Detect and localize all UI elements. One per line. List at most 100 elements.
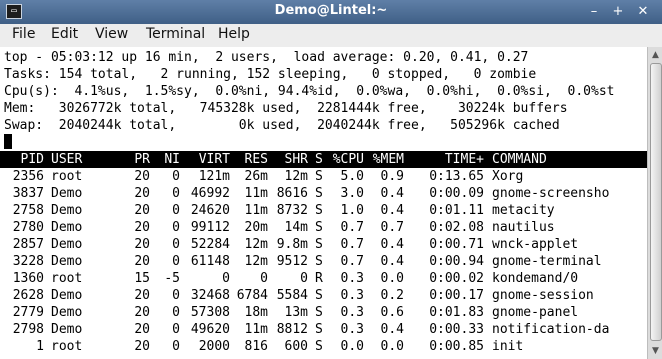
process-user-cell: Demo	[51, 203, 83, 218]
process-res-cell: 12m	[244, 237, 268, 252]
process-time-cell: 0:00.02	[429, 271, 484, 286]
process-user-cell: Demo	[51, 322, 83, 337]
process-res-cell: 11m	[244, 186, 268, 201]
process-mem-cell: 0.4	[380, 203, 404, 218]
process-res-cell: 20m	[244, 220, 268, 235]
process-shr-cell: 13m	[284, 305, 308, 320]
process-cpu-cell: 0.3	[340, 322, 364, 337]
menu-terminal[interactable]: Terminal	[146, 26, 205, 42]
process-time-cell: 0:01.83	[429, 305, 484, 320]
process-state-cell: S	[315, 237, 323, 252]
process-pid-cell: 2356	[12, 169, 44, 184]
process-user-cell: root	[51, 339, 83, 354]
process-shr-cell: 5584	[276, 288, 308, 303]
process-pr-cell: 15	[134, 271, 150, 286]
terminal-window: ▭ Demo@Lintel:~ – + ✕ File Edit View Ter…	[0, 0, 662, 359]
summary-mem-line: Mem: 3026772k total, 745328k used, 22814…	[4, 101, 568, 116]
process-pr-cell: 20	[134, 203, 150, 218]
process-mem-cell: 0.0	[380, 271, 404, 286]
vertical-scrollbar[interactable]: ▲ ▼	[647, 47, 662, 359]
process-time-cell: 0:00.09	[429, 186, 484, 201]
process-ni-cell: 0	[172, 288, 180, 303]
process-mem-cell: 0.4	[380, 237, 404, 252]
column-header-res: RES	[244, 152, 268, 167]
process-cpu-cell: 1.0	[340, 203, 364, 218]
column-header-state: S	[315, 152, 323, 167]
process-command-cell: wnck-applet	[492, 237, 579, 252]
process-table-header: PID USER PR NI VIRT RES SHR S %CPU %MEM …	[0, 151, 647, 168]
process-virt-cell: 57308	[190, 305, 230, 320]
process-row: 2758 Demo 20 0 24620 11m 8732 S 1.0 0.4 0:01.11 met…	[0, 202, 647, 219]
column-header-user: USER	[51, 152, 83, 167]
process-ni-cell: 0	[172, 203, 180, 218]
process-pid-cell: 2857	[12, 237, 44, 252]
process-command-cell: Xorg	[492, 169, 524, 184]
process-row: 2779 Demo 20 0 57308 18m 13m S 0.3 0.6 0:01.83 gnom…	[0, 304, 647, 321]
menu-help[interactable]: Help	[218, 26, 250, 42]
process-row: 2356 root 20 0 121m 26m 12m S 5.0 0.9 0:13.65 Xorg	[0, 168, 647, 185]
process-ni-cell: -5	[164, 271, 180, 286]
process-shr-cell: 12m	[284, 169, 308, 184]
process-res-cell: 11m	[244, 203, 268, 218]
scroll-down-arrow-icon[interactable]: ▼	[648, 344, 662, 358]
process-ni-cell: 0	[172, 339, 180, 354]
process-virt-cell: 46992	[190, 186, 230, 201]
scroll-up-arrow-icon[interactable]: ▲	[648, 48, 662, 62]
process-user-cell: Demo	[51, 220, 83, 235]
process-ni-cell: 0	[172, 254, 180, 269]
column-header-mem: %MEM	[372, 152, 404, 167]
close-button[interactable]: ✕	[634, 4, 652, 19]
process-mem-cell: 0.9	[380, 169, 404, 184]
process-pid-cell: 2779	[12, 305, 44, 320]
scrollbar-thumb[interactable]	[650, 63, 662, 341]
process-time-cell: 0:01.11	[429, 203, 484, 218]
process-command-cell: metacity	[492, 203, 555, 218]
process-pid-cell: 1360	[12, 271, 44, 286]
process-virt-cell: 121m	[198, 169, 230, 184]
process-mem-cell: 0.2	[380, 288, 404, 303]
summary-uptime-line: top - 05:03:12 up 16 min, 2 users, load …	[4, 50, 529, 65]
process-mem-cell: 0.4	[380, 254, 404, 269]
process-pid-cell: 2758	[12, 203, 44, 218]
process-state-cell: S	[315, 203, 323, 218]
title-bar[interactable]: ▭ Demo@Lintel:~ – + ✕	[0, 0, 662, 25]
process-row: 2857 Demo 20 0 52284 12m 9.8m S 0.7 0.4 0:00.71 wnc…	[0, 236, 647, 253]
process-shr-cell: 0	[300, 271, 308, 286]
maximize-button[interactable]: +	[609, 4, 627, 19]
process-cpu-cell: 5.0	[340, 169, 364, 184]
process-res-cell: 0	[260, 271, 268, 286]
process-res-cell: 26m	[244, 169, 268, 184]
process-cpu-cell: 0.7	[340, 254, 364, 269]
process-state-cell: S	[315, 186, 323, 201]
process-pid-cell: 1	[36, 339, 44, 354]
terminal-output[interactable]: top - 05:03:12 up 16 min, 2 users, load …	[0, 47, 647, 359]
column-header-command: COMMAND	[492, 152, 547, 167]
process-time-cell: 0:02.08	[429, 220, 484, 235]
process-res-cell: 6784	[236, 288, 268, 303]
process-shr-cell: 8732	[276, 203, 308, 218]
text-cursor	[4, 134, 12, 149]
process-mem-cell: 0.7	[380, 220, 404, 235]
column-header-virt: VIRT	[198, 152, 230, 167]
process-mem-cell: 0.0	[380, 339, 404, 354]
minimize-button[interactable]: –	[585, 4, 603, 19]
menu-file[interactable]: File	[12, 26, 35, 42]
process-shr-cell: 600	[284, 339, 308, 354]
process-res-cell: 12m	[244, 254, 268, 269]
window-title: Demo@Lintel:~	[274, 3, 388, 18]
column-header-shr: SHR	[284, 152, 308, 167]
menu-view[interactable]: View	[95, 26, 128, 42]
menu-edit[interactable]: Edit	[51, 26, 78, 42]
process-row: 3228 Demo 20 0 61148 12m 9512 S 0.7 0.4 0:00.94 gno…	[0, 253, 647, 270]
process-state-cell: S	[315, 220, 323, 235]
process-user-cell: Demo	[51, 186, 83, 201]
process-time-cell: 0:00.71	[429, 237, 484, 252]
process-ni-cell: 0	[172, 169, 180, 184]
column-header-pid: PID	[20, 152, 44, 167]
process-shr-cell: 9512	[276, 254, 308, 269]
process-pid-cell: 3228	[12, 254, 44, 269]
process-row: 1360 root 15 -5 0 0 0 R 0.3 0.0 0:00.02 kondemand/0	[0, 270, 647, 287]
summary-tasks-line: Tasks: 154 total, 2 running, 152 sleepin…	[4, 67, 537, 82]
process-cpu-cell: 0.7	[340, 237, 364, 252]
process-row: 2780 Demo 20 0 99112 20m 14m S 0.7 0.7 0:02.08 naut…	[0, 219, 647, 236]
